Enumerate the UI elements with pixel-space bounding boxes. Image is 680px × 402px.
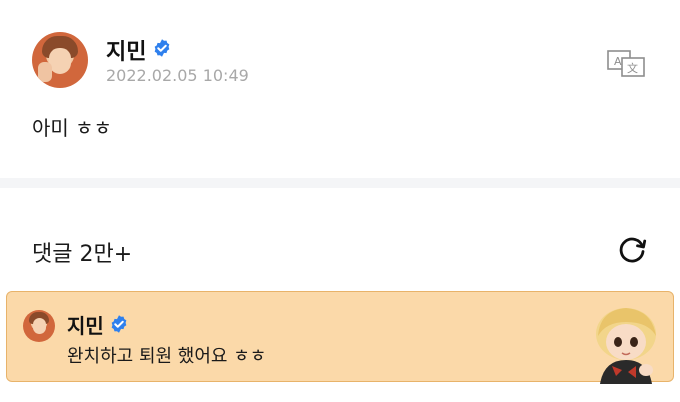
character-sticker-icon (596, 308, 656, 384)
pinned-comment[interactable]: 지민 완치하고 퇴원 했어요 ㅎㅎ (6, 291, 674, 382)
post-text: 아미 ㅎㅎ (32, 116, 112, 140)
post-timestamp: 2022.02.05 10:49 (106, 66, 249, 85)
author-name[interactable]: 지민 (106, 34, 146, 66)
avatar-hand (38, 62, 52, 82)
refresh-icon[interactable] (614, 232, 650, 268)
post-card: 지민 2022.02.05 10:49 A 文 아미 ㅎㅎ (0, 0, 680, 178)
avatar-face (33, 318, 46, 334)
comment-author-avatar[interactable] (23, 310, 55, 342)
comment-text: 완치하고 퇴원 했어요 ㅎㅎ (67, 346, 267, 367)
avatar-face (49, 48, 71, 74)
author-avatar[interactable] (32, 32, 88, 88)
comments-header: 댓글 2만+ (0, 188, 680, 290)
translate-icon[interactable]: A 文 (606, 48, 646, 78)
verified-badge-icon (111, 315, 127, 333)
verified-badge-icon (154, 39, 170, 57)
comments-count-title: 댓글 2만+ (32, 242, 133, 267)
comment-author-name[interactable]: 지민 (67, 310, 104, 339)
svg-text:文: 文 (627, 61, 638, 75)
section-divider (0, 178, 680, 188)
svg-text:A: A (614, 55, 622, 68)
